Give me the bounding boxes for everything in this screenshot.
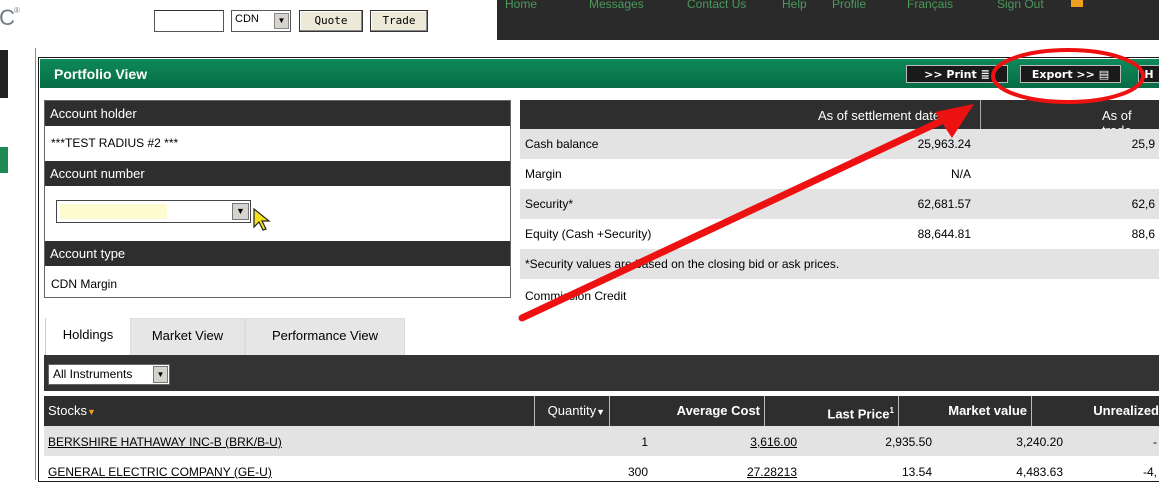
stock-link[interactable]: BERKSHIRE HATHAWAY INC-B (BRK/B-U) — [48, 435, 282, 449]
export-label: Export >> — [1031, 68, 1095, 81]
account-number-value — [60, 204, 167, 219]
col-stocks[interactable]: Stocks▼ — [44, 396, 535, 426]
col-market-value[interactable]: Market value — [899, 396, 1032, 426]
col-unrealized[interactable]: Unrealized — [1032, 396, 1159, 426]
currency-select[interactable]: CDN ▼ — [231, 10, 291, 32]
account-holder-label: Account holder — [45, 101, 510, 126]
quote-button[interactable]: Quote — [299, 10, 363, 32]
balance-settlement: 88,644.81 — [917, 227, 971, 241]
nav-profile[interactable]: Profile — [832, 0, 866, 11]
avg-cost-link[interactable]: 27.28213 — [747, 465, 797, 479]
left-nav-strip — [0, 50, 8, 98]
export-button[interactable]: Export >> ▤ — [1020, 65, 1121, 83]
col-quantity[interactable]: Quantity▼ — [535, 396, 610, 426]
col-settlement-date: As of settlement date — [818, 108, 941, 123]
tab-market-view[interactable]: Market View — [130, 318, 245, 356]
security-note-row: *Security values are based on the closin… — [520, 249, 1159, 279]
balance-trade: 62,6 — [1131, 197, 1155, 211]
nav-sign-out[interactable]: Sign Out — [997, 0, 1044, 11]
balance-label: Cash balance — [525, 137, 599, 151]
avg-cost-link[interactable]: 3,616.00 — [750, 435, 797, 449]
balance-row: Margin N/A — [520, 159, 1159, 189]
filter-bar — [44, 355, 1159, 391]
balance-row: Equity (Cash +Security) 88,644.81 88,6 — [520, 219, 1159, 249]
account-number-label: Account number — [45, 161, 510, 186]
commission-label: Commission Credit — [525, 289, 627, 303]
col-average-cost[interactable]: Average Cost — [610, 396, 765, 426]
page-title: Portfolio View — [54, 66, 148, 82]
last-price-cell: 2,935.50 — [885, 435, 932, 449]
quantity-cell: 300 — [627, 465, 648, 479]
balance-settlement: N/A — [950, 167, 971, 181]
market-value-cell: 4,483.63 — [1016, 465, 1063, 479]
symbol-input[interactable] — [154, 10, 224, 32]
balance-row: Security* 62,681.57 62,6 — [520, 189, 1159, 219]
document-icon: ▤ — [1098, 68, 1110, 81]
balance-label: Security* — [525, 197, 574, 211]
stock-link[interactable]: GENERAL ELECTRIC COMPANY (GE-U) — [48, 465, 272, 479]
tab-performance-view[interactable]: Performance View — [245, 318, 405, 356]
trade-button[interactable]: Trade — [370, 10, 428, 32]
chevron-down-icon[interactable]: ▼ — [274, 13, 289, 29]
balance-label: Margin — [525, 167, 562, 181]
balance-row: Cash balance 25,963.24 25,9 — [520, 129, 1159, 159]
tab-holdings[interactable]: Holdings — [45, 318, 130, 356]
account-holder-value: ***TEST RADIUS #2 *** — [51, 136, 179, 150]
chevron-down-icon[interactable]: ▼ — [232, 203, 249, 220]
sign-out-icon[interactable] — [1071, 0, 1083, 7]
balance-trade: 88,6 — [1131, 227, 1155, 241]
registered-mark: ® — [14, 5, 20, 15]
unrealized-cell: -4, — [1142, 465, 1157, 479]
quantity-cell: 1 — [641, 435, 648, 449]
mouse-cursor-icon — [253, 207, 271, 231]
balance-trade: 25,9 — [1131, 137, 1155, 151]
sort-icon: ▼ — [596, 407, 605, 417]
sort-icon: ▼ — [87, 407, 96, 417]
nav-francais[interactable]: Français — [907, 0, 953, 11]
brand-logo: IC® — [0, 5, 20, 31]
balance-settlement: 25,963.24 — [917, 137, 971, 151]
market-value-cell: 3,240.20 — [1016, 435, 1063, 449]
footnote-mark: 1 — [889, 406, 894, 415]
nav-contact-us[interactable]: Contact Us — [687, 0, 746, 11]
balance-settlement: 62,681.57 — [917, 197, 971, 211]
nav-help[interactable]: Help — [782, 0, 807, 11]
last-price-cell: 13.54 — [901, 465, 932, 479]
left-nav-active-marker — [0, 147, 8, 173]
chevron-down-icon[interactable]: ▼ — [153, 366, 168, 383]
nav-messages[interactable]: Messages — [589, 0, 644, 11]
account-box: Account holder ***TEST RADIUS #2 *** Acc… — [44, 100, 511, 298]
brand-logo-text: IC — [0, 5, 15, 30]
account-number-select[interactable]: ▼ — [56, 200, 251, 223]
table-row: BERKSHIRE HATHAWAY INC-B (BRK/B-U) 1 3,6… — [44, 426, 1159, 456]
unrealized-cell: - — [1153, 435, 1157, 449]
help-button[interactable]: H — [1138, 65, 1159, 83]
instrument-filter-select[interactable]: All Instruments ▼ — [48, 364, 170, 385]
print-label: >> Print — [924, 68, 977, 81]
table-row: GENERAL ELECTRIC COMPANY (GE-U) 300 27.2… — [44, 456, 1159, 486]
security-note: *Security values are based on the closin… — [525, 257, 840, 271]
account-type-label: Account type — [45, 241, 510, 266]
print-button[interactable]: >> Print ≣ — [906, 65, 1008, 83]
top-nav: Home Messages Contact Us Help Profile Fr… — [497, 0, 1159, 40]
col-divider — [980, 100, 981, 129]
printer-icon: ≣ — [980, 68, 990, 81]
balance-label: Equity (Cash +Security) — [525, 227, 652, 241]
nav-home[interactable]: Home — [505, 0, 537, 11]
currency-select-value: CDN — [235, 13, 259, 25]
account-type-value: CDN Margin — [51, 277, 118, 291]
page-divider — [35, 48, 36, 480]
col-last-price[interactable]: Last Price1 — [765, 396, 899, 426]
instrument-filter-value: All Instruments — [53, 367, 133, 381]
commission-row: Commission Credit — [520, 281, 1159, 311]
balances-header: As of settlement date As of trade — [520, 100, 1159, 138]
